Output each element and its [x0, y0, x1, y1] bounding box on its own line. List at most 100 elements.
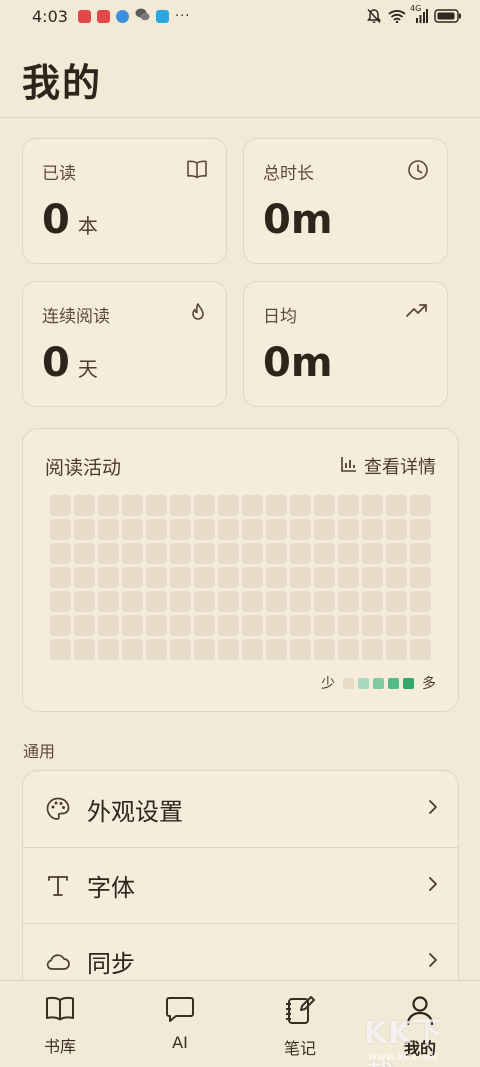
heatmap-cell — [122, 591, 143, 612]
font-icon — [45, 873, 71, 899]
legend-more-label: 多 — [422, 676, 436, 692]
heatmap-cell — [50, 591, 71, 612]
tab-label: 笔记 — [283, 1039, 316, 1058]
heatmap-cell — [266, 495, 287, 516]
heatmap-cell — [362, 567, 383, 588]
heatmap-cell — [290, 495, 311, 516]
library-icon — [44, 995, 76, 1027]
notification-app-icon — [77, 9, 91, 23]
tab-library[interactable]: 书库 — [0, 981, 120, 1067]
heatmap-cell — [242, 543, 263, 564]
stat-card-books-read[interactable]: 已读 0 本 — [22, 138, 227, 264]
heatmap-cell — [290, 567, 311, 588]
heatmap-cell — [74, 519, 95, 540]
legend-swatch — [358, 677, 369, 689]
stat-card-streak[interactable]: 连续阅读 0 天 — [22, 281, 227, 407]
heatmap-cell — [386, 567, 407, 588]
heatmap-cell — [122, 639, 143, 660]
section-label-general: 通用 — [23, 742, 56, 761]
tab-profile[interactable]: 我的 — [360, 981, 480, 1067]
stat-label: 连续阅读 — [42, 307, 110, 327]
heatmap-cell — [218, 639, 239, 660]
heatmap-cell — [314, 543, 335, 564]
view-details-button[interactable]: 查看详情 — [340, 453, 436, 479]
heatmap-cell — [170, 591, 191, 612]
heatmap-cell — [362, 495, 383, 516]
bar-chart-icon — [340, 455, 358, 478]
settings-item-appearance[interactable]: 外观设置 — [23, 771, 458, 847]
heatmap-cell — [338, 567, 359, 588]
heatmap-cell — [386, 639, 407, 660]
heatmap-cell — [218, 591, 239, 612]
heatmap-cell — [314, 519, 335, 540]
heatmap-cell — [386, 591, 407, 612]
header-divider — [0, 117, 480, 118]
profile-icon — [406, 995, 434, 1029]
heatmap-cell — [146, 495, 167, 516]
heatmap-cell — [338, 519, 359, 540]
heatmap-cell — [290, 639, 311, 660]
mute-icon — [366, 8, 382, 24]
heatmap-cell — [194, 615, 215, 636]
status-bar: 4:03 ··· 4G — [0, 0, 480, 32]
legend-less-label: 少 — [321, 676, 335, 692]
heatmap-cell — [410, 543, 431, 564]
heatmap-cell — [338, 615, 359, 636]
heatmap-cell — [386, 519, 407, 540]
heatmap-cell — [338, 495, 359, 516]
heatmap-cell — [290, 615, 311, 636]
stat-card-daily-average[interactable]: 日均 0m — [243, 281, 448, 407]
heatmap-cell — [122, 615, 143, 636]
heatmap-cell — [194, 495, 215, 516]
settings-item-font[interactable]: 字体 — [23, 847, 458, 923]
heatmap-cell — [74, 591, 95, 612]
heatmap-cell — [242, 615, 263, 636]
heatmap-cell — [386, 615, 407, 636]
stat-unit: 天 — [77, 357, 98, 381]
heatmap-cell — [218, 567, 239, 588]
heatmap-cell — [50, 519, 71, 540]
notification-app-icon — [96, 9, 110, 23]
heatmap-cell — [170, 543, 191, 564]
heatmap-cell — [266, 615, 287, 636]
heatmap-cell — [410, 615, 431, 636]
chat-icon — [165, 995, 195, 1027]
tab-ai[interactable]: AI — [120, 981, 240, 1067]
heatmap-cell — [410, 639, 431, 660]
heatmap-cell — [146, 639, 167, 660]
activity-heatmap — [50, 495, 431, 660]
heatmap-cell — [218, 615, 239, 636]
heatmap-cell — [50, 615, 71, 636]
heatmap-cell — [98, 615, 119, 636]
legend-swatch — [403, 677, 414, 689]
heatmap-cell — [98, 543, 119, 564]
notification-app-icon — [155, 9, 169, 23]
tab-notes[interactable]: 笔记 — [240, 981, 360, 1067]
stat-card-total-time[interactable]: 总时长 0m — [243, 138, 448, 264]
heatmap-cell — [194, 591, 215, 612]
stat-value: 0m — [263, 340, 333, 386]
heatmap-cell — [266, 519, 287, 540]
heatmap-cell — [50, 543, 71, 564]
tab-label: 我的 — [403, 1039, 436, 1058]
heatmap-cell — [410, 519, 431, 540]
heatmap-cell — [122, 567, 143, 588]
heatmap-cell — [314, 495, 335, 516]
heatmap-cell — [338, 543, 359, 564]
reading-activity-card: 阅读活动 查看详情 少 多 — [22, 428, 459, 712]
legend-swatch — [373, 677, 384, 689]
heatmap-cell — [74, 639, 95, 660]
cloud-icon — [45, 949, 71, 975]
heatmap-cell — [146, 543, 167, 564]
heatmap-cell — [362, 591, 383, 612]
tab-label: AI — [172, 1033, 188, 1052]
heatmap-cell — [170, 639, 191, 660]
heatmap-cell — [290, 519, 311, 540]
heatmap-cell — [194, 567, 215, 588]
heatmap-cell — [146, 567, 167, 588]
stat-value: 0 — [42, 340, 70, 386]
battery-icon — [434, 9, 462, 23]
stat-unit: 本 — [77, 214, 98, 238]
heatmap-cell — [314, 591, 335, 612]
wifi-icon — [388, 9, 406, 23]
